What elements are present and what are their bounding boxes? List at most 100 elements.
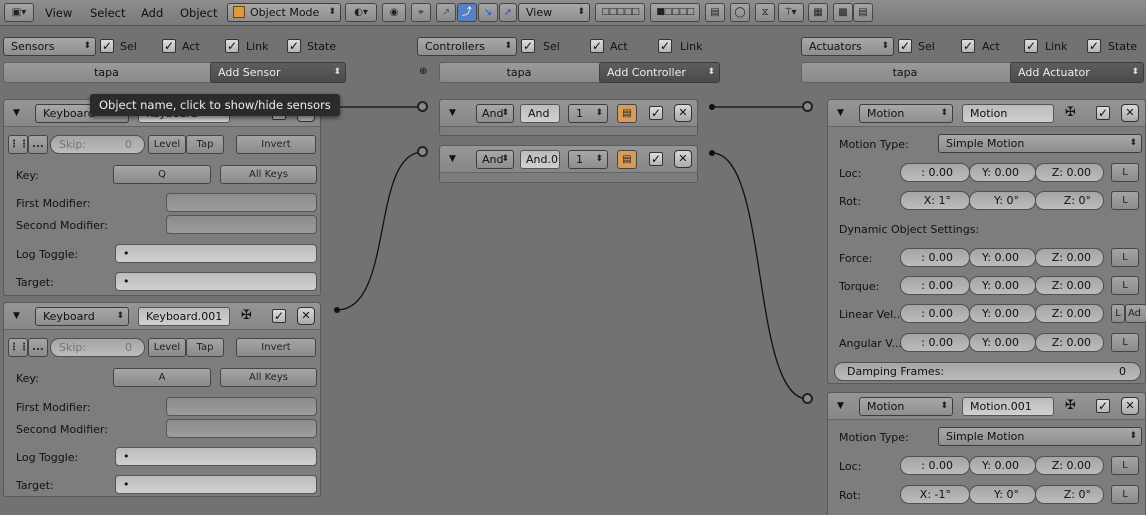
first-modifier-field[interactable] <box>166 193 317 212</box>
force-y-field[interactable]: Y: 0.00 <box>969 248 1036 267</box>
key-button[interactable]: Q <box>113 165 211 184</box>
sensor-type-dropdown[interactable]: Keyboard <box>35 307 129 326</box>
pulse-false-button[interactable]: ... <box>28 338 48 357</box>
damping-frames-field[interactable]: Damping Frames: 0 <box>834 362 1141 381</box>
target-field[interactable]: • <box>115 475 317 494</box>
pulse-false-button[interactable]: ... <box>28 135 48 154</box>
pin-icon[interactable]: ✠ <box>1065 398 1076 413</box>
loc-z-field[interactable]: Z: 0.00 <box>1035 163 1104 182</box>
log-toggle-field[interactable]: • <box>115 447 317 466</box>
sensor-active-checkbox[interactable]: ✓ <box>272 309 286 323</box>
linvel-add-button[interactable]: Ad <box>1125 304 1146 323</box>
linvel-y-field[interactable]: Y: 0.00 <box>969 304 1036 323</box>
collapse-triangle-icon[interactable]: ▼ <box>837 108 844 118</box>
first-modifier-field[interactable] <box>166 397 317 416</box>
remove-actuator-icon[interactable]: ✕ <box>1121 397 1139 415</box>
pulse-true-button[interactable]: ⋮⋮⋮ <box>8 338 39 357</box>
rot-y-field[interactable]: Y: 0° <box>969 191 1036 210</box>
controller-active-checkbox[interactable]: ✓ <box>649 106 663 120</box>
angvel-z-field[interactable]: Z: 0.00 <box>1035 333 1104 352</box>
level-button[interactable]: Level <box>148 135 186 154</box>
loc-x-field[interactable]: : 0.00 <box>900 456 970 475</box>
collapse-triangle-icon[interactable]: ▼ <box>837 401 844 411</box>
actuator-active-checkbox[interactable]: ✓ <box>1096 399 1110 413</box>
controller-2-input-socket[interactable] <box>417 146 428 157</box>
actuator-active-checkbox[interactable]: ✓ <box>1096 106 1110 120</box>
linvel-x-field[interactable]: : 0.00 <box>900 304 970 323</box>
controller-2-output-dot[interactable] <box>709 150 715 156</box>
tap-button[interactable]: Tap <box>186 135 224 154</box>
target-field[interactable]: • <box>115 272 317 291</box>
controller-state-dropdown[interactable]: 1 <box>568 104 608 123</box>
remove-controller-icon[interactable]: ✕ <box>674 150 692 168</box>
key-button[interactable]: A <box>113 368 211 387</box>
loc-x-field[interactable]: : 0.00 <box>900 163 970 182</box>
priority-bookmark-icon[interactable]: ▤ <box>617 150 637 169</box>
rot-local-button[interactable]: L <box>1111 485 1139 504</box>
motion-type-dropdown[interactable]: Simple Motion <box>938 427 1142 446</box>
loc-y-field[interactable]: Y: 0.00 <box>969 456 1036 475</box>
sensor-name-field[interactable]: Keyboard.001 <box>138 307 230 326</box>
angvel-x-field[interactable]: : 0.00 <box>900 333 970 352</box>
invert-button[interactable]: Invert <box>236 135 316 154</box>
angvel-local-button[interactable]: L <box>1111 333 1139 352</box>
log-toggle-field[interactable]: • <box>115 244 317 263</box>
collapse-triangle-icon[interactable]: ▼ <box>449 154 456 164</box>
remove-controller-icon[interactable]: ✕ <box>674 104 692 122</box>
collapse-triangle-icon[interactable]: ▼ <box>13 108 20 118</box>
actuator-1-input-socket[interactable] <box>802 101 813 112</box>
controller-active-checkbox[interactable]: ✓ <box>649 152 663 166</box>
linvel-z-field[interactable]: Z: 0.00 <box>1035 304 1104 323</box>
force-local-button[interactable]: L <box>1111 248 1139 267</box>
all-keys-button[interactable]: All Keys <box>220 165 317 184</box>
controller-name-field[interactable]: And.0 <box>520 150 560 169</box>
all-keys-button[interactable]: All Keys <box>220 368 317 387</box>
controller-1-input-socket[interactable] <box>417 101 428 112</box>
motion-type-dropdown[interactable]: Simple Motion <box>938 134 1142 153</box>
collapse-triangle-icon[interactable]: ▼ <box>449 108 456 118</box>
controller-type-dropdown[interactable]: And <box>476 150 514 169</box>
controller-state-dropdown[interactable]: 1 <box>568 150 608 169</box>
controller-name-field[interactable]: And <box>520 104 560 123</box>
loc-local-button[interactable]: L <box>1111 163 1139 182</box>
pin-icon[interactable]: ✠ <box>1065 105 1076 120</box>
force-x-field[interactable]: : 0.00 <box>900 248 970 267</box>
force-z-field[interactable]: Z: 0.00 <box>1035 248 1104 267</box>
skip-field[interactable]: Skip: 0 <box>50 135 145 154</box>
actuator-2-input-socket[interactable] <box>802 393 813 404</box>
torque-local-button[interactable]: L <box>1111 276 1139 295</box>
actuator-name-field[interactable]: Motion <box>962 104 1054 123</box>
invert-button[interactable]: Invert <box>236 338 316 357</box>
loc-local-button[interactable]: L <box>1111 456 1139 475</box>
controller-1-output-dot[interactable] <box>709 104 715 110</box>
level-button[interactable]: Level <box>148 338 186 357</box>
loc-y-field[interactable]: Y: 0.00 <box>969 163 1036 182</box>
collapse-triangle-icon[interactable]: ▼ <box>13 311 20 321</box>
rot-z-field[interactable]: Z: 0° <box>1035 191 1104 210</box>
rot-y-field[interactable]: Y: 0° <box>969 485 1036 504</box>
rot-local-button[interactable]: L <box>1111 191 1139 210</box>
tap-button[interactable]: Tap <box>186 338 224 357</box>
loc-z-field[interactable]: Z: 0.00 <box>1035 456 1104 475</box>
angvel-y-field[interactable]: Y: 0.00 <box>969 333 1036 352</box>
skip-field[interactable]: Skip: 0 <box>50 338 145 357</box>
actuator-type-dropdown[interactable]: Motion <box>859 397 953 416</box>
remove-sensor-icon[interactable]: ✕ <box>297 307 315 325</box>
actuator-type-dropdown[interactable]: Motion <box>859 104 953 123</box>
second-modifier-field[interactable] <box>166 419 317 438</box>
actuator-name-field[interactable]: Motion.001 <box>962 397 1054 416</box>
priority-bookmark-icon[interactable]: ▤ <box>617 104 637 123</box>
rot-x-field[interactable]: X: -1° <box>900 485 970 504</box>
rot-x-field[interactable]: X: 1° <box>900 191 970 210</box>
linvel-local-button[interactable]: L <box>1111 304 1125 323</box>
pin-icon[interactable]: ✠ <box>241 308 252 323</box>
rot-z-field[interactable]: Z: 0° <box>1035 485 1104 504</box>
sensor-2-output-dot[interactable] <box>334 307 340 313</box>
torque-y-field[interactable]: Y: 0.00 <box>969 276 1036 295</box>
torque-z-field[interactable]: Z: 0.00 <box>1035 276 1104 295</box>
torque-x-field[interactable]: : 0.00 <box>900 276 970 295</box>
remove-actuator-icon[interactable]: ✕ <box>1121 104 1139 122</box>
controller-type-dropdown[interactable]: And <box>476 104 514 123</box>
second-modifier-field[interactable] <box>166 215 317 234</box>
pulse-true-button[interactable]: ⋮⋮⋮ <box>8 135 39 154</box>
